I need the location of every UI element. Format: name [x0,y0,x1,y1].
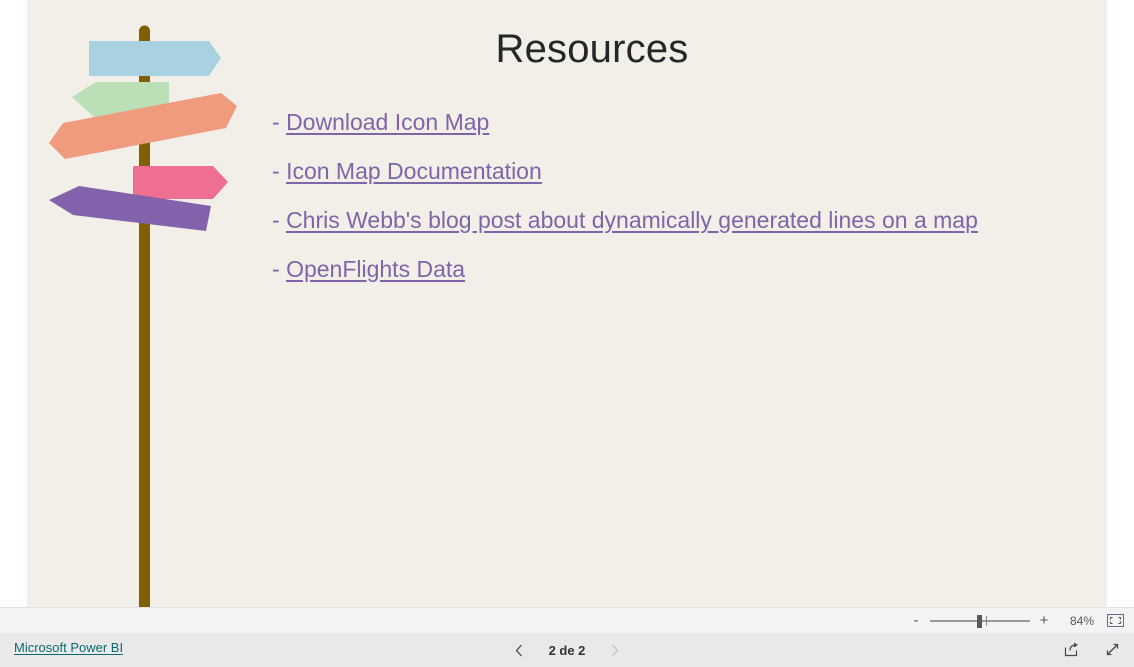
chevron-left-icon [515,644,522,656]
list-bullet-dash: - [272,109,280,135]
list-bullet-dash: - [272,256,280,282]
fullscreen-button[interactable] [1103,640,1122,659]
zoom-controls: - + 84% [908,608,1126,633]
pink-sign-icon [133,166,228,199]
resource-link-openflights-data[interactable]: OpenFlights Data [286,256,465,282]
signpost-illustration [41,0,251,607]
fit-page-icon [1106,614,1124,627]
list-item: - Icon Map Documentation [272,152,1092,201]
resource-link-download-icon-map[interactable]: Download Icon Map [286,109,489,135]
share-button[interactable] [1062,640,1081,659]
resource-link-list: - Download Icon Map - Icon Map Documenta… [272,103,1092,299]
page-indicator: 2 de 2 [548,642,586,658]
status-bar: Microsoft Power BI 2 de 2 [0,633,1134,667]
zoom-slider-thumb[interactable] [977,614,982,628]
blue-sign-icon [89,41,221,76]
next-page-button[interactable] [606,641,624,659]
resource-link-icon-map-documentation[interactable]: Icon Map Documentation [286,158,542,184]
status-bar-actions [1062,640,1122,659]
page-title: Resources [495,27,689,71]
list-item: - OpenFlights Data [272,250,1092,299]
list-item: - Download Icon Map [272,103,1092,152]
zoom-level-label: 84% [1069,613,1094,628]
list-bullet-dash: - [272,158,280,184]
zoom-toolbar: - + 84% [0,607,1134,634]
zoom-slider-tick [986,615,987,626]
share-icon [1064,642,1078,657]
zoom-slider[interactable] [930,611,1030,631]
chevron-right-icon [612,644,619,656]
zoom-in-button[interactable]: + [1036,611,1052,631]
previous-page-button[interactable] [510,641,528,659]
list-bullet-dash: - [272,207,280,233]
report-canvas: Resources - Download Icon Map - Icon Map… [0,0,1134,607]
fit-to-page-button[interactable] [1104,611,1126,631]
report-page-slide: Resources - Download Icon Map - Icon Map… [27,0,1107,607]
page-navigation: 2 de 2 [0,641,1134,659]
list-item: - Chris Webb's blog post about dynamical… [272,201,1092,250]
fullscreen-icon [1106,643,1119,656]
zoom-out-button[interactable]: - [908,611,924,631]
microsoft-power-bi-link[interactable]: Microsoft Power BI [14,640,123,655]
resource-link-chris-webb-blog-post[interactable]: Chris Webb's blog post about dynamically… [286,207,978,233]
